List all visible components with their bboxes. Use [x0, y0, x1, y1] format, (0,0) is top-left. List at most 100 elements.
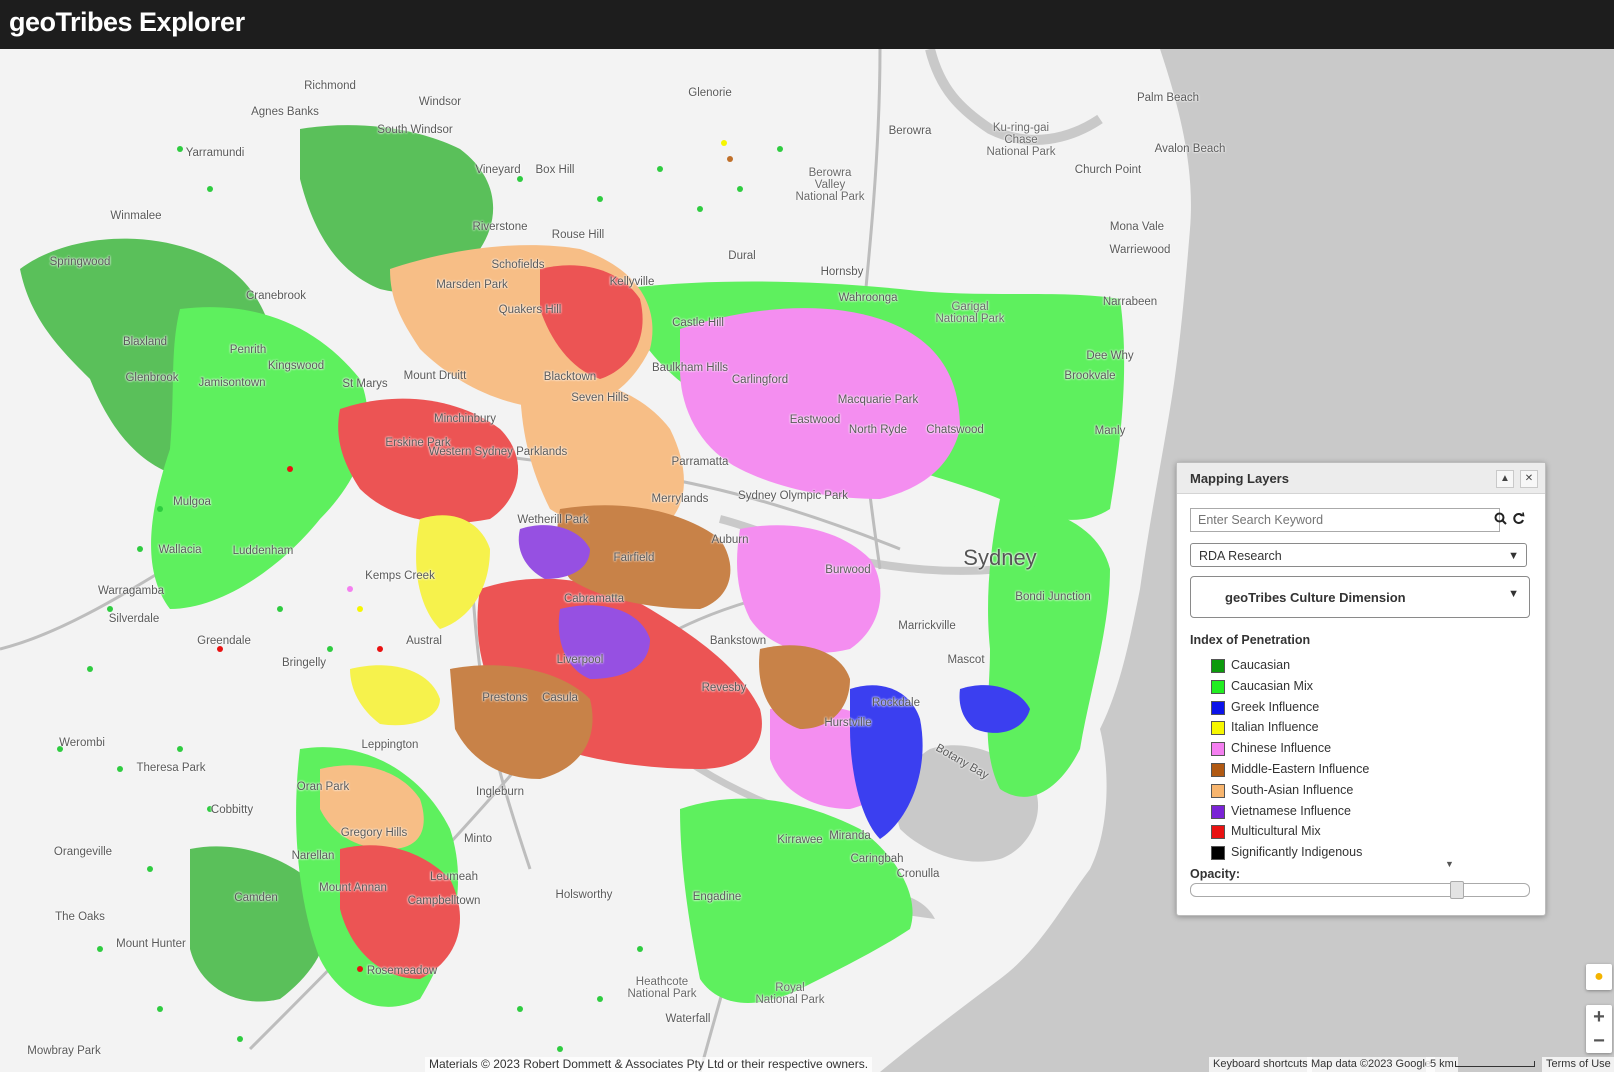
panel-header[interactable]: Mapping Layers ▲ ✕	[1177, 463, 1545, 494]
place-label: Blaxland	[122, 336, 168, 348]
zoom-in-button[interactable]: +	[1586, 1005, 1612, 1029]
pegman-icon[interactable]: ●	[1586, 964, 1612, 990]
caret-down-icon: ▼	[1508, 588, 1519, 600]
place-label: Werombi	[59, 737, 105, 749]
legend-swatch	[1211, 721, 1225, 736]
legend-swatch	[1211, 700, 1225, 715]
place-label: Erskine Park	[385, 437, 451, 449]
legend-title: Index of Penetration	[1190, 633, 1311, 647]
dataset-select[interactable]: RDA Research ▼	[1190, 543, 1527, 567]
park-label-line: Royal	[775, 982, 805, 994]
zoom-out-button[interactable]: −	[1586, 1029, 1612, 1053]
opacity-slider-handle[interactable]	[1450, 881, 1465, 899]
region-chinese-inner	[737, 525, 881, 653]
park-label: Garigal National Park	[935, 301, 1004, 325]
legend-swatch	[1211, 825, 1225, 840]
place-label: Mascot	[947, 654, 985, 666]
place-label: Wahroonga	[838, 292, 898, 304]
overlay-regions	[20, 125, 1125, 1007]
place-label: Hurstville	[824, 717, 872, 729]
legend-label: Greek Influence	[1231, 699, 1320, 714]
search-icon[interactable]	[1491, 511, 1509, 529]
place-label: Rosemeadow	[366, 965, 438, 977]
place-label: Blacktown	[543, 371, 597, 383]
mapping-layers-panel[interactable]: Mapping Layers ▲ ✕ RDA Research ▼ geoTri…	[1176, 462, 1546, 916]
place-label: Auburn	[711, 534, 749, 546]
place-label: Engadine	[692, 891, 742, 903]
place-label: North Ryde	[848, 424, 908, 436]
legend-swatch	[1211, 846, 1225, 861]
place-label: Macquarie Park	[837, 394, 919, 406]
place-label: Richmond	[304, 80, 356, 92]
terms-of-use-link[interactable]: Terms of Use	[1542, 1057, 1614, 1072]
place-label: Agnes Banks	[251, 106, 319, 118]
legend-swatch	[1211, 679, 1225, 694]
scale-label: 5 km	[1426, 1057, 1458, 1072]
place-label: Caringbah	[850, 853, 904, 865]
place-label: Prestons	[482, 692, 528, 704]
place-label: Rockdale	[872, 697, 920, 709]
place-label: Bondi Junction	[1015, 591, 1091, 603]
place-label: Liverpool	[556, 654, 604, 666]
opacity-label: Opacity:	[1190, 867, 1241, 881]
park-label-line: National Park	[795, 191, 865, 203]
place-label: Minto	[463, 833, 493, 845]
refresh-icon[interactable]	[1509, 511, 1527, 529]
place-label: Revesby	[701, 682, 747, 694]
place-label: Vineyard	[475, 164, 521, 176]
street-view-control[interactable]: ●	[1586, 964, 1612, 990]
place-label: Sydney Olympic Park	[738, 490, 848, 502]
layer-select-value: geoTribes Culture Dimension	[1225, 590, 1406, 605]
legend-label: South-Asian Influence	[1231, 782, 1354, 797]
legend-label: Caucasian	[1231, 658, 1291, 672]
zoom-control[interactable]: + −	[1586, 1005, 1612, 1053]
place-label: Jamisontown	[198, 377, 266, 389]
place-label: Ingleburn	[476, 786, 524, 798]
legend-label: Multicultural Mix	[1231, 824, 1321, 839]
layer-select[interactable]: geoTribes Culture Dimension ▼	[1190, 576, 1530, 618]
keyboard-shortcuts-link[interactable]: Keyboard shortcuts	[1209, 1057, 1312, 1072]
region-italian-austral	[350, 665, 440, 726]
place-label: Berowra	[888, 125, 932, 137]
place-label: Kingswood	[267, 360, 325, 372]
place-label: Cronulla	[896, 868, 940, 880]
place-label: Windsor	[418, 96, 462, 108]
legend-swatch	[1211, 804, 1225, 819]
opacity-marker-icon: ▼	[1445, 859, 1454, 869]
place-label: Marsden Park	[436, 279, 508, 291]
close-button[interactable]: ✕	[1520, 470, 1538, 488]
map-data-attribution: Map data ©2023 Google	[1307, 1057, 1436, 1072]
legend-label: Significantly Indigenous	[1231, 845, 1363, 860]
place-label: Castle Hill	[672, 317, 724, 329]
place-label: Cobbitty	[210, 804, 254, 816]
place-label: Schofields	[491, 259, 545, 271]
place-label: Gregory Hills	[340, 827, 408, 839]
park-label-line: National Park	[755, 994, 825, 1006]
place-label: Kellyville	[609, 276, 655, 288]
place-label: Theresa Park	[136, 762, 206, 774]
search-input[interactable]	[1190, 508, 1500, 532]
place-label: Dee Why	[1086, 350, 1134, 362]
legend-swatch	[1211, 783, 1225, 798]
place-label: Brookvale	[1064, 370, 1116, 382]
place-label: Kirrawee	[777, 834, 823, 846]
park-label: Royal National Park	[755, 982, 824, 1006]
place-label: Palm Beach	[1136, 92, 1200, 104]
place-label: Leumeah	[430, 871, 478, 883]
place-label: Rouse Hill	[551, 229, 605, 241]
minimize-button[interactable]: ▲	[1496, 470, 1514, 488]
app-title: geoTribes Explorer	[9, 7, 245, 37]
place-label: Orangeville	[53, 846, 113, 858]
place-label: Mount Druitt	[403, 370, 467, 382]
materials-attribution: Materials © 2023 Robert Dommett & Associ…	[425, 1057, 873, 1072]
place-label: Casula	[542, 692, 578, 704]
place-label: Austral	[406, 635, 442, 647]
park-label-line: Ku-ring-gai	[992, 122, 1050, 134]
place-label: Greendale	[197, 635, 251, 647]
park-label: Berowra Valley National Park	[795, 167, 864, 203]
region-caucasian-mix-east	[987, 499, 1110, 797]
place-label: Glenbrook	[125, 372, 179, 384]
opacity-slider[interactable]	[1190, 881, 1530, 899]
place-label: Manly	[1094, 425, 1126, 437]
chevron-down-icon: ▼	[1508, 550, 1519, 562]
